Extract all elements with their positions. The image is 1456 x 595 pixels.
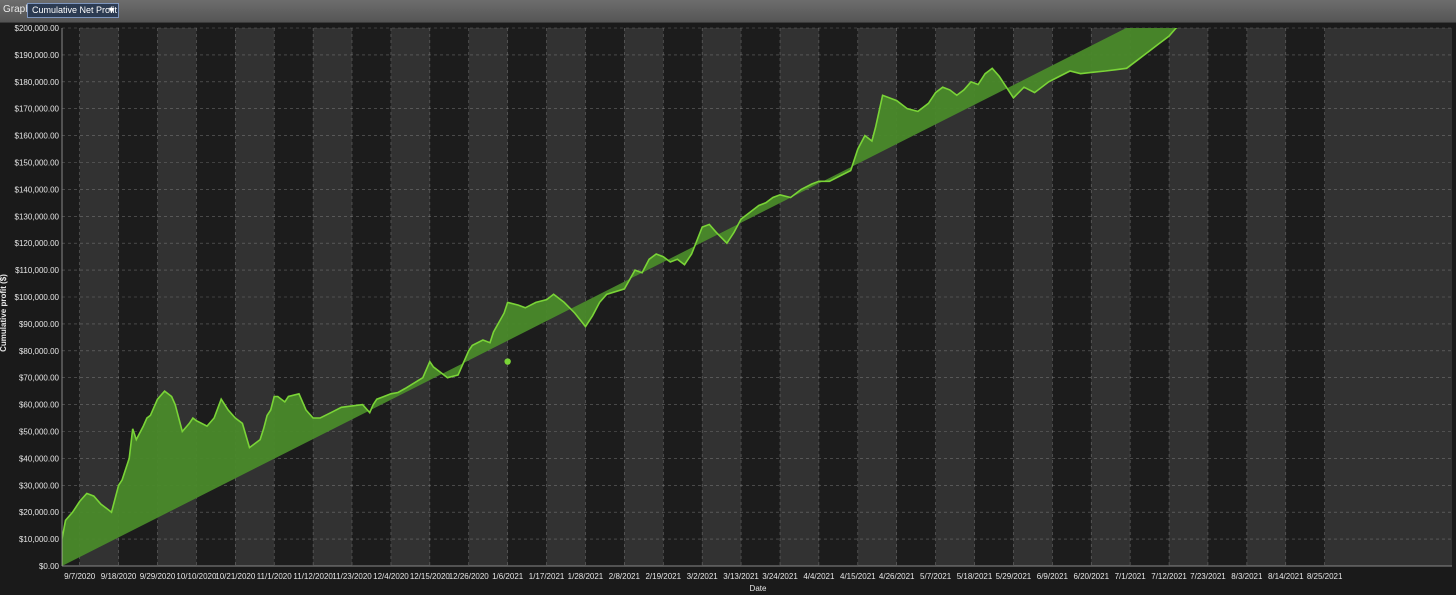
y-tick-label: $80,000.00 xyxy=(19,347,60,356)
x-tick-label: 3/24/2021 xyxy=(762,572,798,581)
x-tick-label: 1/17/2021 xyxy=(529,572,565,581)
x-tick-label: 6/20/2021 xyxy=(1073,572,1109,581)
x-tick-label: 12/26/2020 xyxy=(449,572,490,581)
x-tick-label: 5/29/2021 xyxy=(996,572,1032,581)
y-tick-label: $10,000.00 xyxy=(19,535,60,544)
x-tick-label: 8/25/2021 xyxy=(1307,572,1343,581)
x-tick-label: 7/23/2021 xyxy=(1190,572,1226,581)
x-tick-label: 9/7/2020 xyxy=(64,572,96,581)
x-tick-label: 11/1/2020 xyxy=(257,572,293,581)
x-tick-label: 5/18/2021 xyxy=(957,572,993,581)
x-tick-label: 12/15/2020 xyxy=(410,572,451,581)
x-tick-label: 5/7/2021 xyxy=(920,572,952,581)
graph-type-select-value: Cumulative Net Profit xyxy=(32,5,118,15)
x-tick-label: 6/9/2021 xyxy=(1037,572,1069,581)
y-tick-label: $150,000.00 xyxy=(15,159,60,168)
chart-background-bands xyxy=(62,28,1452,566)
y-tick-label: $110,000.00 xyxy=(15,266,59,275)
x-tick-label: 1/28/2021 xyxy=(568,572,604,581)
y-tick-label: $160,000.00 xyxy=(15,132,60,141)
x-tick-label: 7/12/2021 xyxy=(1151,572,1187,581)
y-axis-label: Cumulative profit ($) xyxy=(0,274,8,352)
x-tick-label: 11/23/2020 xyxy=(332,572,372,581)
y-tick-label: $0.00 xyxy=(39,562,60,571)
x-tick-label: 10/21/2020 xyxy=(215,572,256,581)
cumulative-profit-chart: $0.00 $10,000.00 $20,000.00 $30,000.00 $40,0… xyxy=(0,24,1452,593)
y-tick-label: $130,000.00 xyxy=(15,212,60,221)
x-tick-label: 9/18/2020 xyxy=(101,572,137,581)
x-tick-label: 7/1/2021 xyxy=(1115,572,1147,581)
y-tick-label: $190,000.00 xyxy=(15,51,60,60)
y-tick-label: $140,000.00 xyxy=(15,185,60,194)
y-tick-label: $100,000.00 xyxy=(15,293,60,302)
highlight-point xyxy=(504,358,511,365)
x-tick-label: 10/10/2020 xyxy=(176,572,217,581)
x-tick-label: 8/3/2021 xyxy=(1231,572,1263,581)
x-tick-label: 11/12/2020 xyxy=(293,572,333,581)
x-tick-label: 8/14/2021 xyxy=(1268,572,1304,581)
x-tick-label: 3/13/2021 xyxy=(723,572,759,581)
x-tick-label: 2/8/2021 xyxy=(609,572,641,581)
y-tick-label: $40,000.00 xyxy=(19,454,60,463)
y-axis: $0.00 $10,000.00 $20,000.00 $30,000.00 $40,0… xyxy=(15,24,63,571)
y-tick-label: $180,000.00 xyxy=(15,78,60,87)
y-tick-label: $90,000.00 xyxy=(19,320,60,329)
x-tick-label: 4/26/2021 xyxy=(879,572,915,581)
y-tick-label: $60,000.00 xyxy=(19,401,60,410)
chevron-down-icon: ▼ xyxy=(107,5,116,15)
x-tick-label: 4/15/2021 xyxy=(840,572,876,581)
y-tick-label: $120,000.00 xyxy=(15,239,60,248)
y-tick-label: $30,000.00 xyxy=(19,481,60,490)
y-tick-label: $200,000.00 xyxy=(15,24,60,33)
y-tick-label: $20,000.00 xyxy=(19,508,60,517)
graph-toolbar: Graph Cumulative Net Profit ▼ xyxy=(0,0,1456,23)
x-tick-label: 12/4/2020 xyxy=(373,572,409,581)
graph-type-select[interactable]: Cumulative Net Profit ▼ xyxy=(27,3,119,18)
x-tick-label: 2/19/2021 xyxy=(645,572,681,581)
x-tick-label: 1/6/2021 xyxy=(492,572,524,581)
y-tick-label: $50,000.00 xyxy=(19,428,60,437)
x-tick-label: 3/2/2021 xyxy=(687,572,719,581)
x-tick-label: 9/29/2020 xyxy=(140,572,176,581)
x-tick-label: 4/4/2021 xyxy=(803,572,835,581)
y-tick-label: $170,000.00 xyxy=(15,105,60,114)
y-tick-label: $70,000.00 xyxy=(19,374,60,383)
x-axis-label: Date xyxy=(750,584,767,593)
x-axis: 9/7/2020 9/18/2020 9/29/2020 10/10/202010/2… xyxy=(62,565,1452,581)
